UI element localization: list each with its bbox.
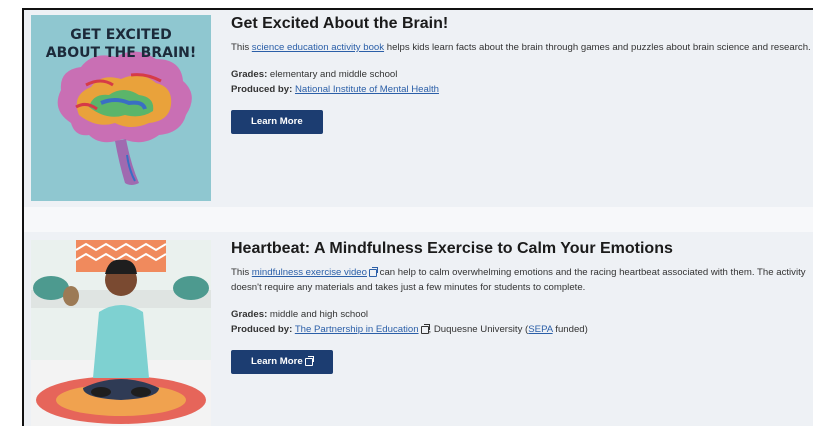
description-text: This bbox=[231, 267, 252, 278]
producer: Produced by: National Institute of Menta… bbox=[231, 82, 811, 97]
external-link-icon bbox=[420, 324, 430, 334]
resource-title: Heartbeat: A Mindfulness Exercise to Cal… bbox=[231, 240, 673, 257]
card-divider bbox=[24, 207, 813, 232]
sepa-link[interactable]: SEPA bbox=[528, 324, 552, 335]
resource-title: Get Excited About the Brain! bbox=[231, 15, 449, 32]
grades-value: elementary and middle school bbox=[267, 69, 398, 80]
mindfulness-video-link[interactable]: mindfulness exercise video bbox=[252, 267, 367, 278]
external-link-icon bbox=[304, 356, 314, 366]
producer-link[interactable]: National Institute of Mental Health bbox=[295, 84, 439, 95]
grades-label: Grades: bbox=[231, 69, 268, 80]
producer-text: , Duquesne University ( bbox=[428, 324, 529, 335]
cover-title-line1: GET EXCITED bbox=[70, 27, 172, 43]
cover-title-line2: ABOUT THE BRAIN! bbox=[46, 45, 197, 61]
producer-link[interactable]: The Partnership in Education bbox=[295, 324, 419, 335]
grades-value: middle and high school bbox=[267, 309, 369, 320]
producer: Produced by: The Partnership in Educatio… bbox=[231, 322, 811, 337]
button-label: Learn More bbox=[251, 116, 303, 127]
producer-label: Produced by: bbox=[231, 324, 293, 335]
meditating-student-illustration bbox=[31, 240, 211, 426]
resource-description: This mindfulness exercise video can help… bbox=[231, 265, 811, 295]
resource-card-brain: GET EXCITED ABOUT THE BRAIN! Get Excited… bbox=[24, 10, 813, 207]
grades-label: Grades: bbox=[231, 309, 268, 320]
external-link-icon bbox=[368, 267, 378, 277]
grades: Grades: middle and high school bbox=[231, 307, 811, 322]
brain-illustration: GET EXCITED ABOUT THE BRAIN! bbox=[31, 15, 211, 201]
brain-book-cover-image: GET EXCITED ABOUT THE BRAIN! bbox=[31, 15, 211, 201]
resource-card-heartbeat: Heartbeat: A Mindfulness Exercise to Cal… bbox=[24, 232, 813, 426]
description-text: helps kids learn facts about the brain t… bbox=[384, 42, 811, 53]
producer-text: funded) bbox=[552, 324, 588, 335]
activity-book-link[interactable]: science education activity book bbox=[252, 42, 384, 53]
learn-more-external-button[interactable]: Learn More bbox=[231, 350, 333, 374]
grades: Grades: elementary and middle school bbox=[231, 67, 811, 82]
button-label: Learn More bbox=[251, 356, 303, 367]
description-text: This bbox=[231, 42, 252, 53]
producer-label: Produced by: bbox=[231, 84, 293, 95]
learn-more-button[interactable]: Learn More bbox=[231, 110, 323, 134]
mindfulness-video-thumbnail bbox=[31, 240, 211, 426]
resource-list: GET EXCITED ABOUT THE BRAIN! Get Excited… bbox=[22, 8, 813, 426]
resource-content: Get Excited About the Brain! This scienc… bbox=[231, 14, 811, 134]
resource-description: This science education activity book hel… bbox=[231, 40, 811, 55]
resource-content: Heartbeat: A Mindfulness Exercise to Cal… bbox=[231, 239, 811, 374]
